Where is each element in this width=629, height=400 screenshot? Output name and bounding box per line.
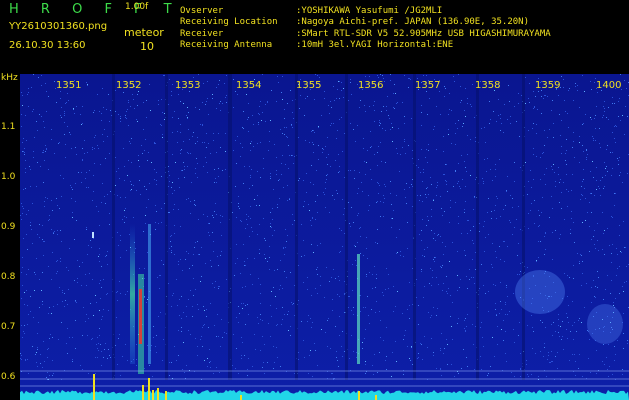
spectrogram-plot: 1351 1352 1353 1354 1355 1356 1357 1358 1359 1400	[20, 74, 629, 400]
info-location: Receiving Location :Nagoya Aichi-pref. JA…	[180, 18, 529, 27]
x-tick-label: 1359	[535, 80, 561, 91]
y-tick-label: 0.8	[1, 272, 16, 282]
info-key: Receiving Location	[180, 17, 278, 27]
signal-spike	[93, 374, 95, 400]
info-key: Receiving Antenna	[180, 40, 273, 50]
meteor-echo-trace	[148, 224, 151, 364]
time-gap-stripe	[413, 74, 416, 380]
x-tick-label: 1356	[358, 80, 384, 91]
x-tick-label: 1357	[415, 80, 441, 91]
info-value: :SMart RTL-SDR V5 52.905MHz USB HIGASHIM…	[296, 29, 551, 39]
info-value: :Nagoya Aichi-pref. JAPAN (136.90E, 35.2…	[296, 17, 529, 27]
header-panel: H R O F F T 1.00f YY2610301360.png meteo…	[0, 0, 629, 74]
y-tick-label: 0.9	[1, 222, 16, 232]
time-gap-stripe	[476, 74, 479, 380]
spectrogram-background	[20, 74, 629, 400]
file-name: YY2610301360.png	[9, 21, 108, 32]
meteor-echo-core	[139, 289, 142, 344]
x-tick-label: 1358	[475, 80, 501, 91]
y-axis: kHz 1.1 1.0 0.9 0.8 0.7 0.6	[0, 74, 20, 400]
x-tick-label: 1355	[296, 80, 322, 91]
info-observer: Ovserver :YOSHIKAWA Yasufumi /JG2MLI	[180, 7, 442, 16]
info-value: :10mH 3el.YAGI Horizontal:ENE	[296, 40, 454, 50]
x-tick-label: 1400	[596, 80, 622, 91]
y-axis-unit: kHz	[1, 73, 18, 83]
signal-spike	[358, 391, 360, 400]
time-gap-stripe	[228, 74, 232, 380]
info-value: :YOSHIKAWA Yasufumi /JG2MLI	[296, 6, 443, 16]
y-tick-label: 0.7	[1, 322, 16, 332]
x-tick-label: 1353	[175, 80, 201, 91]
info-receiver: Receiver :SMart RTL-SDR V5 52.905MHz USB …	[180, 30, 551, 39]
signal-spike	[157, 388, 159, 400]
signal-spike	[165, 391, 167, 400]
app-version: 1.00f	[125, 2, 149, 12]
diffuse-echo	[515, 270, 565, 314]
y-tick-label: 1.1	[1, 122, 16, 132]
info-antenna: Receiving Antenna :10mH 3el.YAGI Horizont…	[180, 41, 453, 50]
time-gap-stripe	[295, 74, 298, 380]
x-tick-label: 1351	[56, 80, 82, 91]
meteor-echo-trace	[130, 224, 135, 364]
spectrogram-canvas	[20, 74, 629, 400]
time-gap-stripe	[112, 74, 115, 380]
y-tick-label: 1.0	[1, 172, 16, 182]
signal-spike	[148, 378, 150, 400]
signal-spike	[240, 395, 242, 400]
x-tick-label: 1354	[236, 80, 262, 91]
info-key: Receiver	[180, 29, 224, 39]
meteor-echo-trace	[357, 254, 360, 364]
time-gap-stripe	[165, 74, 168, 380]
signal-spike	[152, 390, 154, 400]
x-tick-label: 1352	[116, 80, 142, 91]
signal-spike	[142, 385, 144, 400]
meteor-count: 10	[140, 40, 154, 53]
timestamp: 26.10.30 13:60	[9, 40, 86, 51]
info-key: Ovserver	[180, 6, 224, 16]
diffuse-echo	[587, 304, 623, 344]
y-tick-label: 0.6	[1, 372, 16, 382]
time-gap-stripe	[522, 74, 525, 380]
signal-spike	[375, 395, 377, 400]
meteor-echo-dot	[92, 232, 94, 238]
meteor-label: meteor	[124, 26, 164, 39]
app-brand: H R O F F T	[9, 2, 181, 17]
time-gap-stripe	[345, 74, 348, 380]
